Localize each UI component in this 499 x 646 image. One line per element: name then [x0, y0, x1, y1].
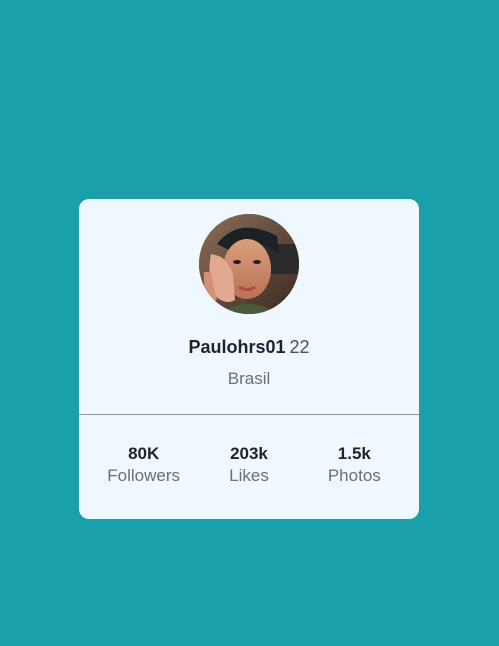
stat-label: Photos	[327, 466, 381, 485]
stat-value: 1.5k	[337, 444, 371, 463]
stat-photos[interactable]: 1.5k Photos	[314, 443, 394, 487]
stat-value: 203k	[230, 444, 268, 463]
stat-likes[interactable]: 203k Likes	[209, 443, 289, 487]
stats-row: 80K Followers 203k Likes 1.5k Photos	[79, 443, 419, 487]
divider	[79, 414, 419, 415]
location: Brasil	[227, 369, 271, 388]
avatar[interactable]	[199, 214, 299, 314]
profile-card: Paulohrs01 22 Brasil 80K Followers 203k L…	[79, 199, 419, 519]
username: Paulohrs01	[188, 337, 286, 357]
stat-value: 80K	[128, 444, 160, 463]
stat-label: Followers	[107, 466, 181, 485]
age: 22	[289, 337, 310, 357]
avatar-photo-icon	[199, 214, 299, 314]
name-line: Paulohrs01 22	[79, 336, 419, 358]
stat-label: Likes	[229, 466, 269, 485]
stat-followers[interactable]: 80K Followers	[104, 443, 184, 487]
